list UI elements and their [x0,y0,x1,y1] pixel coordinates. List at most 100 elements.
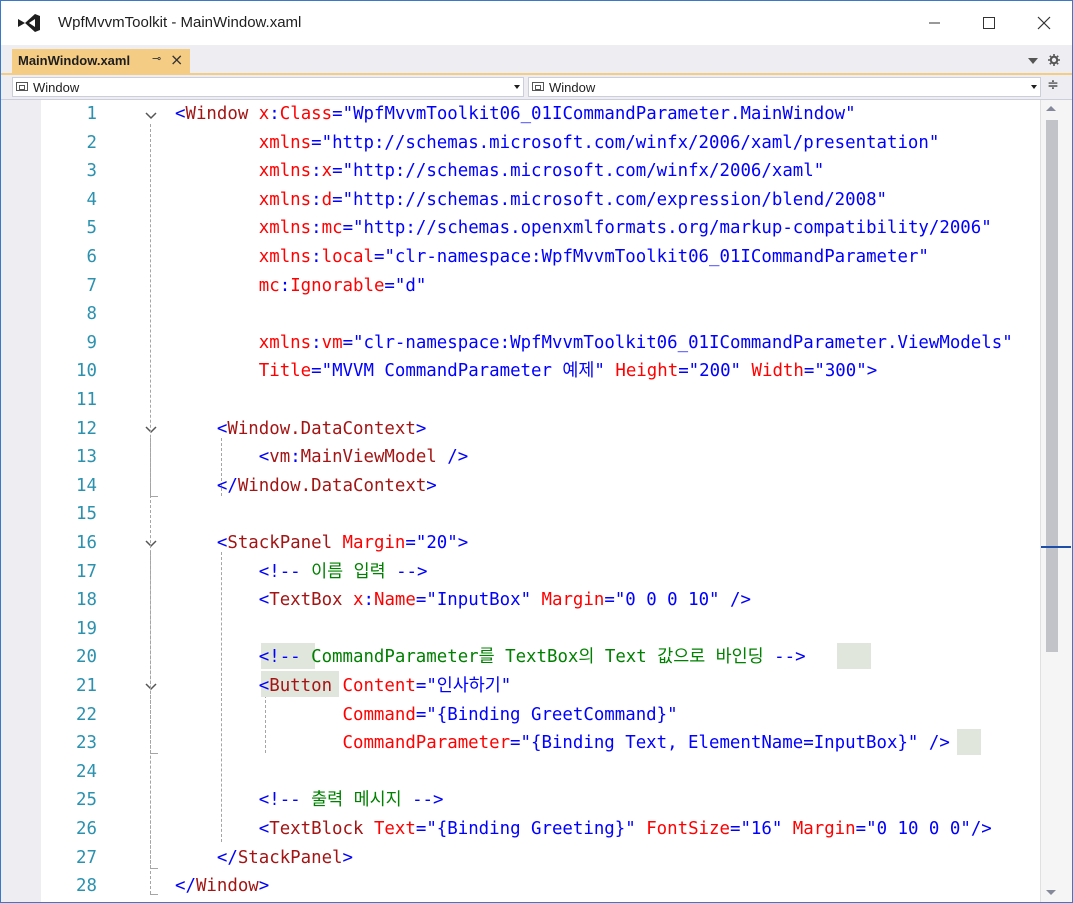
gear-icon[interactable] [1048,54,1060,66]
code-line[interactable]: Command="{Binding GreetCommand}" [175,701,678,730]
minimize-button[interactable] [911,1,957,45]
window-title: WpfMvvmToolkit - MainWindow.xaml [58,14,302,31]
code-line[interactable]: xmlns:x="http://schemas.microsoft.com/wi… [175,157,824,186]
vertical-scrollbar[interactable] [1040,100,1072,902]
code-line[interactable]: </Window> [175,872,269,901]
close-button[interactable] [1021,1,1067,45]
navigation-bar: Window Window ≑ [1,75,1072,100]
line-number: 1 [86,104,97,124]
visual-studio-logo-icon [18,14,40,32]
code-token: <!-- [175,647,301,668]
code-token: "인사하기" [426,676,512,696]
line-number: 2 [86,132,97,153]
code-line[interactable]: </Window.DataContext> [175,472,437,501]
pin-icon[interactable]: ⊸ [152,52,161,65]
code-token: "http://schemas.microsoft.com/winfx/2006… [342,161,825,182]
code-line[interactable]: <TextBox x:Name="InputBox" Margin="0 0 0… [175,586,751,615]
code-token: = [415,704,427,725]
code-token: : [279,275,291,296]
tab-mainwindow-xaml[interactable]: MainWindow.xaml ⊸ × [12,49,190,73]
scrollbar-thumb[interactable] [1046,120,1058,652]
code-token: Window [185,104,249,124]
code-token: xmlns [175,161,312,182]
indicator-margin [1,100,41,902]
code-line[interactable]: <!-- CommandParameter를 TextBox의 Text 값으로… [175,643,806,672]
line-number: 25 [76,790,97,811]
code-token: "WpfMvvmToolkit06_01ICommandParameter.Ma… [342,104,856,124]
code-token: = [342,218,354,239]
tab-list-dropdown-icon[interactable] [1028,58,1038,64]
line-number: 9 [86,332,97,353]
code-token: </ [175,475,238,496]
line-number: 11 [76,390,97,410]
code-line[interactable]: </StackPanel> [175,844,353,873]
title-bar[interactable]: WpfMvvmToolkit - MainWindow.xaml [1,1,1072,45]
code-editor[interactable]: 1 2 3 4 5 6 7 8 9 10 11 12 13 14 15 16 17 18 19 20 21 22 23 24 2… [1,100,1072,902]
scroll-up-icon[interactable] [1046,106,1056,111]
line-number: 4 [86,189,97,210]
line-number: 13 [76,447,97,468]
code-line[interactable]: <!-- 이름 입력 --> [175,558,428,587]
code-line[interactable]: xmlns:mc="http://schemas.openxmlformats.… [175,214,992,243]
code-line[interactable]: <!-- 출력 메시지 --> [175,786,444,815]
code-token: : [311,218,322,239]
split-editor-icon[interactable]: ≑ [1043,77,1063,97]
code-token: Window.DataContext [237,475,427,496]
code-line[interactable]: mc:Ignorable="d" [175,272,427,301]
code-line[interactable]: <Window.DataContext> [175,415,426,444]
right-combo-value: Window [549,80,596,95]
code-line[interactable]: xmlns:d="http://schemas.microsoft.com/ex… [175,186,887,215]
right-element-combo[interactable]: Window [528,77,1041,97]
code-token: = [384,275,395,296]
fold-region-end [150,868,158,869]
code-line[interactable]: xmlns="http://schemas.microsoft.com/winf… [175,129,940,158]
code-token: Window [195,876,259,897]
tab-close-icon[interactable]: × [170,50,183,69]
code-token: CommandParameter를 TextBox의 Text 값으로 바인딩 [300,647,775,668]
code-token: FontSize [635,819,730,839]
code-token: Content [332,676,416,696]
code-line[interactable]: <StackPanel Margin="20"> [175,529,468,558]
code-token: x [321,161,333,182]
fold-chevron-down-icon[interactable] [145,426,157,434]
line-number: 5 [86,218,97,239]
code-token: "http://schemas.openxmlformats.org/marku… [353,218,992,239]
line-number: 7 [86,275,97,296]
code-token: = [373,247,385,267]
code-token: "0 10 0 0" [866,819,971,839]
fold-chevron-down-icon[interactable] [145,683,157,691]
code-line[interactable]: xmlns:local="clr-namespace:WpfMvvmToolki… [175,243,929,272]
fold-chevron-down-icon[interactable] [145,112,157,120]
code-line[interactable]: <Button Content="인사하기" [175,672,512,701]
code-token: > [258,876,270,897]
maximize-button[interactable] [965,1,1011,45]
left-element-combo[interactable]: Window [12,77,524,97]
code-token: "20" [415,533,458,553]
line-number: 19 [76,618,97,639]
window-element-icon [532,82,544,91]
code-token: = [332,161,343,182]
code-area[interactable]: <Window x:Class="WpfMvvmToolkit06_01ICom… [175,100,1040,902]
fold-chevron-down-icon[interactable] [145,540,157,548]
code-line[interactable]: <Window x:Class="WpfMvvmToolkit06_01ICom… [175,100,856,129]
close-icon [1037,16,1051,30]
code-line[interactable]: xmlns:vm="clr-namespace:WpfMvvmToolkit06… [175,329,1013,358]
code-line[interactable]: <vm:MainViewModel /> [175,443,468,472]
code-token: x [248,104,270,124]
code-token: > [426,475,437,496]
code-line[interactable]: CommandParameter="{Binding Text, Element… [175,729,950,758]
code-token: = [342,332,354,353]
code-token: 이름 입력 [300,561,397,582]
code-token: mc [175,275,280,296]
line-number: 8 [86,304,97,325]
code-token: "200" [688,361,742,382]
code-token: </ [175,847,238,868]
code-line[interactable]: Title="MVVM CommandParameter 예제" Height=… [175,357,877,386]
code-token: vm [269,447,291,468]
code-token: CommandParameter [175,733,511,754]
scroll-down-icon[interactable] [1046,890,1056,895]
code-line[interactable]: <TextBlock Text="{Binding Greeting}" Fon… [175,815,992,844]
code-token: = [405,533,416,553]
code-token: < [175,676,270,696]
code-token: < [175,418,228,439]
